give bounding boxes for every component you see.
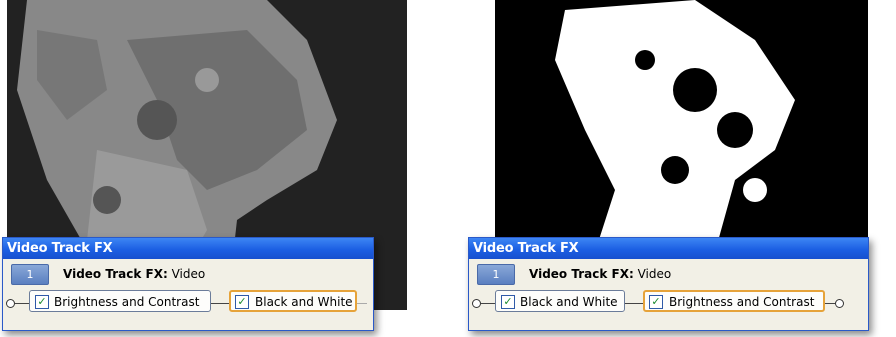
window-title: Video Track FX bbox=[469, 238, 868, 259]
fx-label-name: Video bbox=[637, 267, 672, 281]
chain-line bbox=[357, 303, 367, 304]
fx-plugin-label: Brightness and Contrast bbox=[54, 295, 200, 309]
window-title: Video Track FX bbox=[3, 238, 373, 259]
fx-label-bold: Video Track FX: bbox=[63, 267, 168, 281]
fx-plugin-black-white[interactable]: ✓ Black and White bbox=[495, 290, 625, 312]
fx-plugin-label: Brightness and Contrast bbox=[669, 295, 815, 309]
fx-chain: ✓ Black and White ✓ Brightness and Contr… bbox=[469, 289, 868, 319]
track-number-button[interactable]: 1 bbox=[477, 264, 515, 285]
chain-line bbox=[625, 303, 643, 304]
fx-plugin-label: Black and White bbox=[255, 295, 353, 309]
fx-label-bold: Video Track FX: bbox=[529, 267, 634, 281]
fx-chain: ✓ Brightness and Contrast ✓ Black and Wh… bbox=[3, 289, 373, 319]
fx-plugin-black-white[interactable]: ✓ Black and White bbox=[229, 290, 357, 312]
chain-start-connector bbox=[472, 299, 481, 308]
chain-line bbox=[481, 303, 495, 304]
header-row: 1 Video Track FX: Video bbox=[469, 259, 868, 289]
fx-plugin-label: Black and White bbox=[520, 295, 618, 309]
fx-label: Video Track FX: Video bbox=[63, 267, 205, 281]
chain-line bbox=[825, 303, 835, 304]
check-icon[interactable]: ✓ bbox=[501, 295, 515, 309]
video-track-fx-window: Video Track FX 1 Video Track FX: Video ✓… bbox=[468, 237, 869, 331]
preview-image bbox=[495, 0, 868, 252]
track-number-button[interactable]: 1 bbox=[11, 264, 49, 285]
check-icon[interactable]: ✓ bbox=[235, 295, 249, 309]
header-row: 1 Video Track FX: Video bbox=[3, 259, 373, 289]
chain-line bbox=[211, 303, 229, 304]
fx-plugin-brightness-contrast[interactable]: ✓ Brightness and Contrast bbox=[643, 290, 825, 312]
panel-left: Video Track FX 1 Video Track FX: Video ✓… bbox=[0, 0, 410, 337]
chain-line bbox=[15, 303, 29, 304]
fx-label-name: Video bbox=[171, 267, 206, 281]
check-icon[interactable]: ✓ bbox=[35, 295, 49, 309]
fx-plugin-brightness-contrast[interactable]: ✓ Brightness and Contrast bbox=[29, 290, 211, 312]
panel-right: Video Track FX 1 Video Track FX: Video ✓… bbox=[464, 0, 896, 337]
chain-end-connector bbox=[835, 299, 844, 308]
video-track-fx-window: Video Track FX 1 Video Track FX: Video ✓… bbox=[2, 237, 374, 331]
check-icon[interactable]: ✓ bbox=[649, 295, 663, 309]
video-preview-black-white bbox=[495, 0, 868, 252]
chain-start-connector bbox=[6, 299, 15, 308]
fx-label: Video Track FX: Video bbox=[529, 267, 671, 281]
